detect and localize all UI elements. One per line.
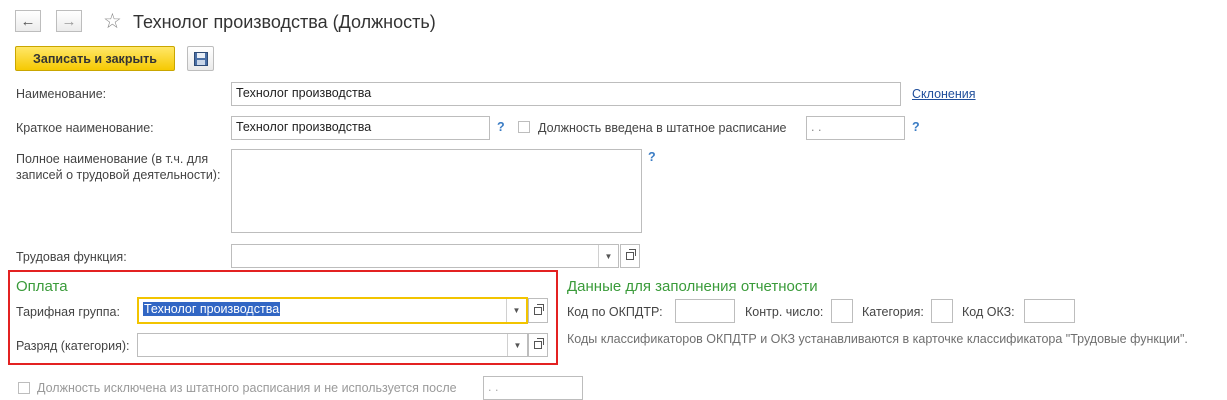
grade-dropdown-button[interactable]: ▼ bbox=[507, 334, 527, 356]
category-label: Категория: bbox=[862, 305, 924, 319]
okz-label: Код ОКЗ: bbox=[962, 305, 1015, 319]
reporting-note: Коды классификаторов ОКПДТР и ОКЗ устана… bbox=[567, 332, 1188, 346]
tariff-group-open-button[interactable] bbox=[528, 298, 548, 323]
declensions-link[interactable]: Склонения bbox=[912, 87, 976, 101]
staffing-checkbox[interactable] bbox=[518, 121, 530, 133]
excluded-date-input[interactable]: . . bbox=[483, 376, 583, 400]
save-button[interactable] bbox=[187, 46, 214, 71]
arrow-right-icon: → bbox=[61, 12, 77, 30]
staffing-date-input[interactable]: . . bbox=[806, 116, 905, 140]
payment-section-title: Оплата bbox=[16, 278, 68, 295]
short-name-input[interactable]: Технолог производства bbox=[231, 116, 490, 140]
back-button[interactable]: ← bbox=[15, 10, 41, 32]
tariff-group-label: Тарифная группа: bbox=[16, 305, 120, 319]
tariff-group-dropdown-button[interactable]: ▼ bbox=[506, 299, 526, 322]
okpdtr-input[interactable] bbox=[675, 299, 735, 323]
short-name-help-icon[interactable]: ? bbox=[497, 120, 505, 134]
staffing-checkbox-label: Должность введена в штатное расписание bbox=[538, 121, 787, 135]
tariff-group-value: Технолог производства bbox=[143, 302, 281, 316]
excluded-checkbox-label: Должность исключена из штатного расписан… bbox=[37, 381, 457, 395]
category-input[interactable] bbox=[931, 299, 953, 323]
page-title: Технолог производства (Должность) bbox=[133, 12, 436, 32]
excluded-checkbox[interactable] bbox=[18, 382, 30, 394]
reporting-section-title: Данные для заполнения отчетности bbox=[567, 278, 818, 295]
full-name-label-line1: Полное наименование (в т.ч. для bbox=[16, 152, 209, 166]
grade-label: Разряд (категория): bbox=[16, 339, 130, 353]
star-icon[interactable]: ☆ bbox=[103, 9, 122, 34]
chevron-down-icon: ▼ bbox=[604, 251, 613, 261]
grade-open-button[interactable] bbox=[528, 333, 548, 357]
short-name-label: Краткое наименование: bbox=[16, 121, 154, 135]
forward-button[interactable]: → bbox=[56, 10, 82, 32]
chevron-down-icon: ▼ bbox=[512, 306, 521, 315]
full-name-help-icon[interactable]: ? bbox=[648, 150, 656, 164]
full-name-textarea[interactable] bbox=[231, 149, 642, 233]
chevron-down-icon: ▼ bbox=[513, 340, 522, 350]
labor-function-open-button[interactable] bbox=[620, 244, 640, 268]
arrow-left-icon: ← bbox=[20, 12, 36, 30]
labor-function-label: Трудовая функция: bbox=[16, 250, 127, 264]
save-and-close-button[interactable]: Записать и закрыть bbox=[15, 46, 175, 71]
labor-function-input[interactable] bbox=[231, 244, 619, 268]
staffing-help-icon[interactable]: ? bbox=[912, 120, 920, 134]
labor-function-dropdown-button[interactable]: ▼ bbox=[598, 245, 618, 267]
okz-input[interactable] bbox=[1024, 299, 1075, 323]
full-name-label-line2: записей о трудовой деятельности): bbox=[16, 168, 221, 182]
okpdtr-label: Код по ОКПДТР: bbox=[567, 305, 663, 319]
open-icon bbox=[534, 338, 544, 349]
name-label: Наименование: bbox=[16, 87, 107, 101]
grade-input[interactable] bbox=[137, 333, 528, 357]
name-input[interactable]: Технолог производства bbox=[231, 82, 901, 106]
tariff-group-input[interactable]: Технолог производства bbox=[137, 297, 528, 324]
floppy-disk-icon bbox=[193, 51, 208, 66]
open-icon bbox=[534, 303, 544, 315]
control-number-label: Контр. число: bbox=[745, 305, 824, 319]
open-icon bbox=[626, 249, 636, 260]
control-number-input[interactable] bbox=[831, 299, 853, 323]
